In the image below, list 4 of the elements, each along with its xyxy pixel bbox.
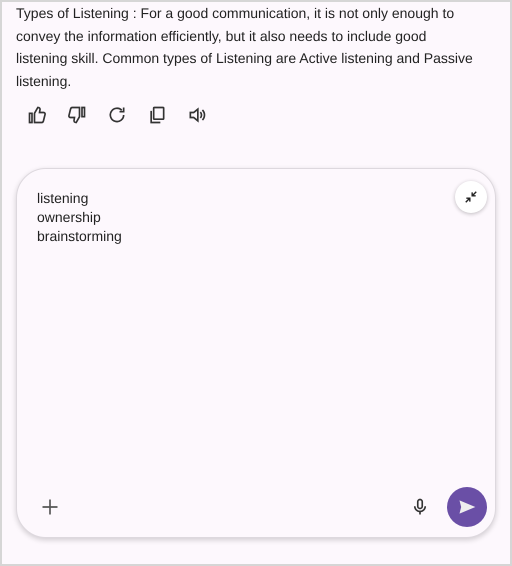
input-field[interactable]: listening ownership brainstorming bbox=[37, 181, 455, 269]
collapse-icon[interactable] bbox=[455, 181, 487, 213]
send-button[interactable] bbox=[447, 487, 487, 527]
message-text: Types of Listening : For a good communication, it is not only enough to convey the information efficiently, but it also needs to include good listening skill. Common types of Listening are Active listening and Passive listening. bbox=[16, 4, 474, 91]
